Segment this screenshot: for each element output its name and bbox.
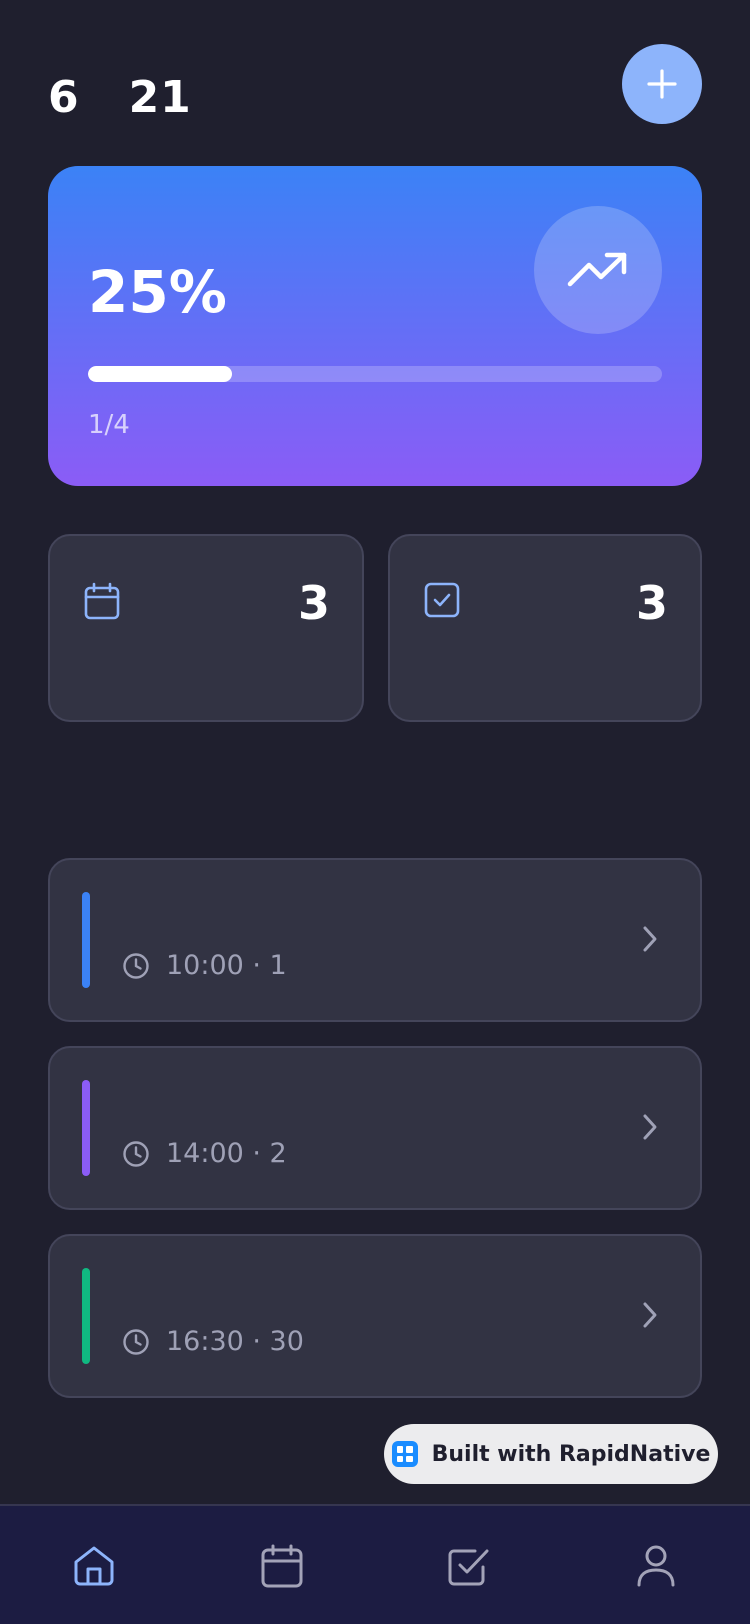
tab-tasks[interactable] [442,1540,494,1592]
event-meta: 14:00 · 2 [122,1138,287,1169]
plus-icon [647,69,677,99]
progress-bar-fill [88,366,232,382]
event-color-bar [82,892,90,988]
tab-calendar[interactable] [256,1540,308,1592]
event-card[interactable]: 16:30 · 30 [48,1234,702,1398]
rapidnative-logo-icon [391,1441,418,1467]
event-time: 14:00 · 2 [166,1138,287,1169]
event-meta: 16:30 · 30 [122,1326,304,1357]
progress-card: 25% 1/4 [48,166,702,486]
event-time: 10:00 · 1 [166,950,287,981]
clock-icon [123,952,149,979]
trend-badge [534,206,662,334]
event-color-bar [82,1080,90,1176]
stat-value: 3 [635,576,668,630]
event-card[interactable]: 10:00 · 1 [48,858,702,1022]
event-color-bar [82,1268,90,1364]
event-time: 16:30 · 30 [166,1326,304,1357]
built-with-badge[interactable]: Built with RapidNative [384,1424,718,1484]
stat-card-tasks[interactable]: 3 [388,534,702,722]
progress-count: 1/4 [88,410,130,440]
home-icon [74,1546,114,1586]
bottom-tab-bar [0,1504,750,1624]
checkbox-icon [448,1549,489,1586]
trending-up-icon [567,252,627,287]
checkbox-icon [424,582,460,618]
calendar-icon [84,582,120,620]
event-meta: 10:00 · 1 [122,950,287,981]
badge-label: Built with RapidNative [431,1441,711,1467]
calendar-icon [261,1544,303,1588]
chevron-right-icon [643,1114,657,1140]
user-icon [637,1545,675,1587]
tab-home[interactable] [68,1540,120,1592]
chevron-right-icon [643,926,657,952]
progress-percent: 25% [88,258,227,326]
stat-value: 3 [297,576,330,630]
event-card[interactable]: 14:00 · 2 [48,1046,702,1210]
chevron-right-icon [643,1302,657,1328]
progress-bar [88,366,662,382]
page-title: 6 21 [48,72,192,123]
clock-icon [123,1328,149,1355]
add-button[interactable] [622,44,702,124]
clock-icon [123,1140,149,1167]
tab-profile[interactable] [630,1540,682,1592]
stat-card-events[interactable]: 3 [48,534,364,722]
